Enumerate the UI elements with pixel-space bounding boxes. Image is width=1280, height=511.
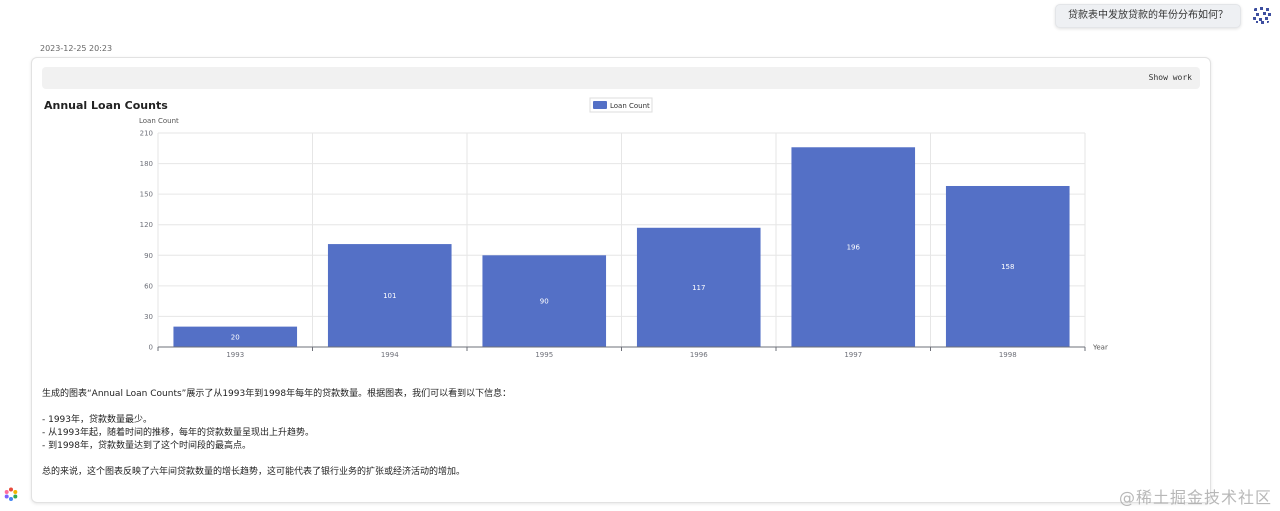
chart-container: Annual Loan Counts Loan Count Loan Count 0 3…	[32, 95, 1210, 380]
show-work-button[interactable]: Show work	[1149, 67, 1192, 89]
y-tick-label: 30	[144, 313, 153, 321]
x-tick-label: 1998	[999, 351, 1017, 359]
y-tick-label: 60	[144, 282, 153, 290]
x-tick-label: 1997	[844, 351, 862, 359]
bar-data-label: 196	[847, 244, 861, 252]
summary-point: - 1993年，贷款数量最少。	[42, 415, 153, 425]
x-tick-label: 1994	[381, 351, 399, 359]
summary-text: 生成的图表“Annual Loan Counts”展示了从1993年到1998年…	[42, 388, 511, 479]
y-axis-label: Loan Count	[139, 117, 179, 125]
x-tick-label: 1995	[535, 351, 553, 359]
bar-data-label: 20	[231, 333, 240, 341]
bar-chart: Annual Loan Counts Loan Count Loan Count 0 3…	[44, 97, 1108, 359]
bar-data-label: 101	[383, 292, 396, 300]
avatar-icon[interactable]	[1252, 5, 1272, 25]
show-work-bar: Show work	[42, 67, 1200, 89]
loader-icon	[4, 486, 18, 501]
summary-point: - 到1998年，贷款数量达到了这个时间段的最高点。	[42, 441, 252, 451]
bar-data-label: 158	[1001, 263, 1014, 271]
summary-intro: 生成的图表“Annual Loan Counts”展示了从1993年到1998年…	[42, 389, 512, 399]
y-tick-label: 90	[144, 252, 153, 260]
y-tick-label: 0	[149, 344, 153, 352]
summary-point: - 从1993年起，随着时间的推移，每年的贷款数量呈现出上升趋势。	[42, 428, 315, 438]
legend-swatch	[593, 101, 607, 109]
x-tick-label: 1996	[690, 351, 708, 359]
bar-data-label: 117	[692, 284, 705, 292]
bar-data-label: 90	[540, 298, 549, 306]
watermark: @稀土掘金技术社区	[1118, 488, 1272, 507]
x-axis-label: Year	[1092, 344, 1108, 352]
assistant-response-card: Show work Annual Loan Counts Loan Count Lo…	[31, 57, 1211, 503]
y-tick-label: 210	[140, 130, 153, 138]
summary-conclusion: 总的来说，这个图表反映了六年间贷款数量的增长趋势，这可能代表了银行业务的扩张或经…	[42, 467, 466, 477]
user-message-bubble: 贷款表中发放贷款的年份分布如何？	[1055, 4, 1241, 28]
x-tick-label: 1993	[226, 351, 244, 359]
user-question: 贷款表中发放贷款的年份分布如何？	[1068, 10, 1228, 21]
y-tick-label: 120	[140, 221, 153, 229]
y-tick-label: 150	[140, 191, 153, 199]
y-tick-label: 180	[140, 160, 153, 168]
chart-title: Annual Loan Counts	[44, 99, 168, 112]
legend-label: Loan Count	[610, 102, 650, 110]
message-timestamp: 2023-12-25 20:23	[40, 44, 113, 53]
